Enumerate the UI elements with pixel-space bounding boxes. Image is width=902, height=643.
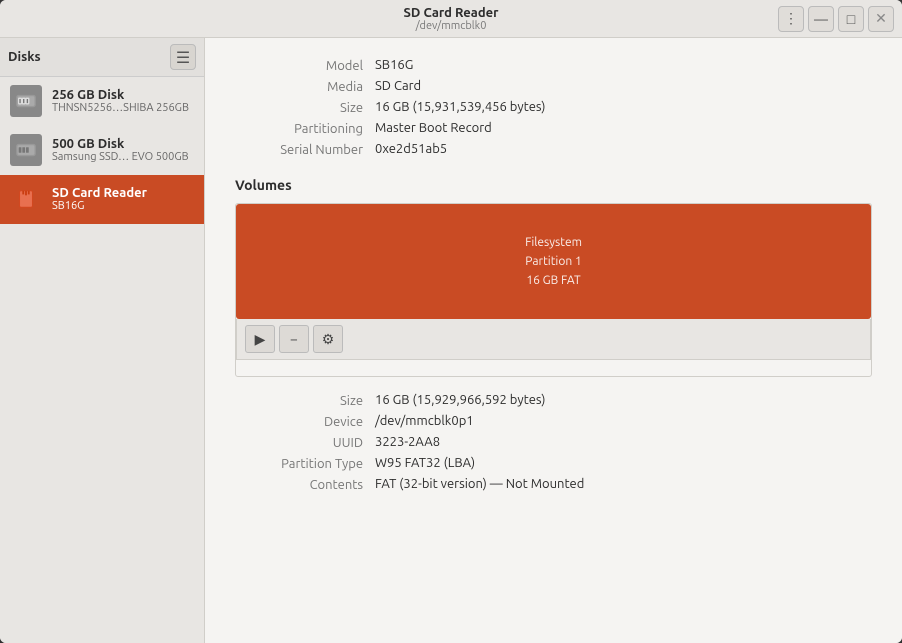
- partition-type-label: Partition Type: [235, 456, 375, 471]
- item-name-256gb: 256 GB Disk: [52, 88, 189, 102]
- maximize-button[interactable]: □: [838, 6, 864, 32]
- sidebar-item-500gb[interactable]: 500 GB Disk Samsung SSD… EVO 500GB: [0, 126, 204, 175]
- contents-value: FAT (32-bit version) — Not Mounted: [375, 477, 872, 492]
- volumes-title: Volumes: [235, 177, 872, 193]
- volume-bar[interactable]: Filesystem Partition 1 16 GB FAT: [236, 204, 871, 319]
- minimize-button[interactable]: —: [808, 6, 834, 32]
- partitioning-label: Partitioning: [235, 121, 375, 136]
- size-value: 16 GB (15,931,539,456 bytes): [375, 100, 872, 115]
- item-name-500gb: 500 GB Disk: [52, 137, 189, 151]
- volume-toolbar: ▶ − ⚙: [236, 319, 871, 360]
- sidebar-item-256gb[interactable]: 256 GB Disk THNSN5256…SHIBA 256GB: [0, 77, 204, 126]
- volume-label: Filesystem Partition 1 16 GB FAT: [525, 233, 582, 291]
- window-subtitle: /dev/mmcblk0: [416, 20, 487, 32]
- partition-line2: Partition 1: [525, 255, 581, 268]
- partition-line1: Filesystem: [525, 236, 582, 249]
- disk-icon-500gb: [10, 134, 42, 166]
- media-value: SD Card: [375, 79, 872, 94]
- item-sub-sdcard: SB16G: [52, 200, 147, 212]
- mount-button[interactable]: ▶: [245, 325, 275, 353]
- partitioning-value: Master Boot Record: [375, 121, 872, 136]
- titlebar-center: SD Card Reader /dev/mmcblk0: [404, 6, 499, 32]
- remove-button[interactable]: −: [279, 325, 309, 353]
- settings-button[interactable]: ⚙: [313, 325, 343, 353]
- menu-button[interactable]: ⋮: [778, 6, 804, 32]
- partition-type-value: W95 FAT32 (LBA): [375, 456, 872, 471]
- disk-info-grid: Model SB16G Media SD Card Size 16 GB (15…: [235, 58, 872, 157]
- partition-info-grid: Size 16 GB (15,929,966,592 bytes) Device…: [235, 393, 872, 492]
- sidebar-menu-button[interactable]: ☰: [170, 44, 196, 70]
- item-sub-500gb: Samsung SSD… EVO 500GB: [52, 151, 189, 163]
- window-body: Disks ☰ 256 GB Disk THNSN5256…SHIBA 256G…: [0, 38, 902, 643]
- part-size-value: 16 GB (15,929,966,592 bytes): [375, 393, 872, 408]
- window-controls: ⋮ — □ ✕: [778, 6, 894, 32]
- sidebar-title: Disks: [8, 50, 41, 64]
- serial-value: 0xe2d51ab5: [375, 142, 872, 157]
- uuid-label: UUID: [235, 435, 375, 450]
- media-label: Media: [235, 79, 375, 94]
- contents-label: Contents: [235, 477, 375, 492]
- model-value: SB16G: [375, 58, 872, 73]
- part-size-label: Size: [235, 393, 375, 408]
- app-window: SD Card Reader /dev/mmcblk0 ⋮ — □ ✕ Disk…: [0, 0, 902, 643]
- item-text-sdcard: SD Card Reader SB16G: [52, 186, 147, 212]
- serial-label: Serial Number: [235, 142, 375, 157]
- sidebar-header: Disks ☰: [0, 38, 204, 77]
- item-text-256gb: 256 GB Disk THNSN5256…SHIBA 256GB: [52, 88, 189, 114]
- item-sub-256gb: THNSN5256…SHIBA 256GB: [52, 102, 189, 114]
- model-label: Model: [235, 58, 375, 73]
- main-content: Model SB16G Media SD Card Size 16 GB (15…: [205, 38, 902, 643]
- titlebar: SD Card Reader /dev/mmcblk0 ⋮ — □ ✕: [0, 0, 902, 38]
- window-title: SD Card Reader: [404, 6, 499, 20]
- ssd-icon: [15, 90, 37, 112]
- partition-line3: 16 GB FAT: [526, 274, 580, 287]
- size-label: Size: [235, 100, 375, 115]
- ssd-icon-2: [15, 139, 37, 161]
- volume-wrapper: Filesystem Partition 1 16 GB FAT ▶ − ⚙: [235, 203, 872, 377]
- item-text-500gb: 500 GB Disk Samsung SSD… EVO 500GB: [52, 137, 189, 163]
- close-button[interactable]: ✕: [868, 6, 894, 32]
- disk-icon-sdcard: [10, 183, 42, 215]
- sdcard-icon: [15, 188, 37, 210]
- sidebar: Disks ☰ 256 GB Disk THNSN5256…SHIBA 256G…: [0, 38, 205, 643]
- item-name-sdcard: SD Card Reader: [52, 186, 147, 200]
- device-value: /dev/mmcblk0p1: [375, 414, 872, 429]
- disk-icon-256gb: [10, 85, 42, 117]
- device-label: Device: [235, 414, 375, 429]
- uuid-value: 3223-2AA8: [375, 435, 872, 450]
- sidebar-item-sdcard[interactable]: SD Card Reader SB16G: [0, 175, 204, 224]
